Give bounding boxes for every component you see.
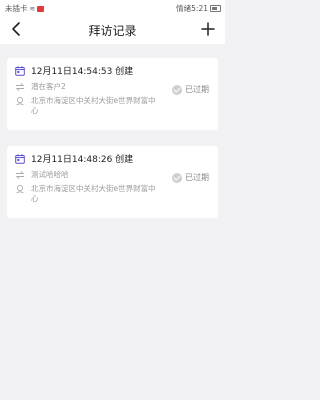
record-time: 12月11日14:54:53 创建	[31, 67, 134, 77]
page-title: 拜访记录	[88, 24, 137, 38]
check-circle-icon	[172, 172, 182, 183]
status-text: 已过期	[185, 85, 209, 94]
visit-address: 北京市海淀区中关村大街e世界财富中心	[31, 184, 156, 203]
check-circle-icon	[172, 84, 182, 95]
calendar-icon	[15, 154, 25, 164]
status-bar: 未插卡 ≋ 情绪5:21	[0, 0, 225, 16]
visit-record-card[interactable]: 12月11日14:54:53 创建 潜在客户2 北京市海淀区中关村大街e世界财富…	[7, 58, 218, 130]
status-badge: 已过期	[172, 84, 209, 95]
add-icon[interactable]	[200, 21, 216, 37]
location-icon	[16, 184, 24, 194]
customer-name: 测试哈哈哈	[31, 170, 69, 179]
battery-icon	[210, 5, 221, 12]
notification-icon	[37, 5, 45, 12]
transfer-icon	[15, 83, 25, 91]
location-icon	[16, 96, 24, 106]
customer-name: 潜在客户2	[31, 82, 66, 91]
clock-text: 情绪5:21	[176, 4, 208, 13]
visit-record-card[interactable]: 12月11日14:48:26 创建 测试哈哈哈 北京市海淀区中关村大街e世界财富…	[7, 146, 218, 218]
transfer-icon	[15, 171, 25, 179]
calendar-icon	[15, 66, 25, 76]
nav-bar: 拜访记录	[0, 16, 225, 44]
carrier-text: 未插卡	[5, 4, 28, 13]
visit-address: 北京市海淀区中关村大街e世界财富中心	[31, 96, 156, 115]
status-text: 已过期	[185, 173, 209, 182]
status-badge: 已过期	[172, 172, 209, 183]
record-time: 12月11日14:48:26 创建	[31, 155, 134, 165]
wifi-icon: ≋	[29, 4, 36, 13]
